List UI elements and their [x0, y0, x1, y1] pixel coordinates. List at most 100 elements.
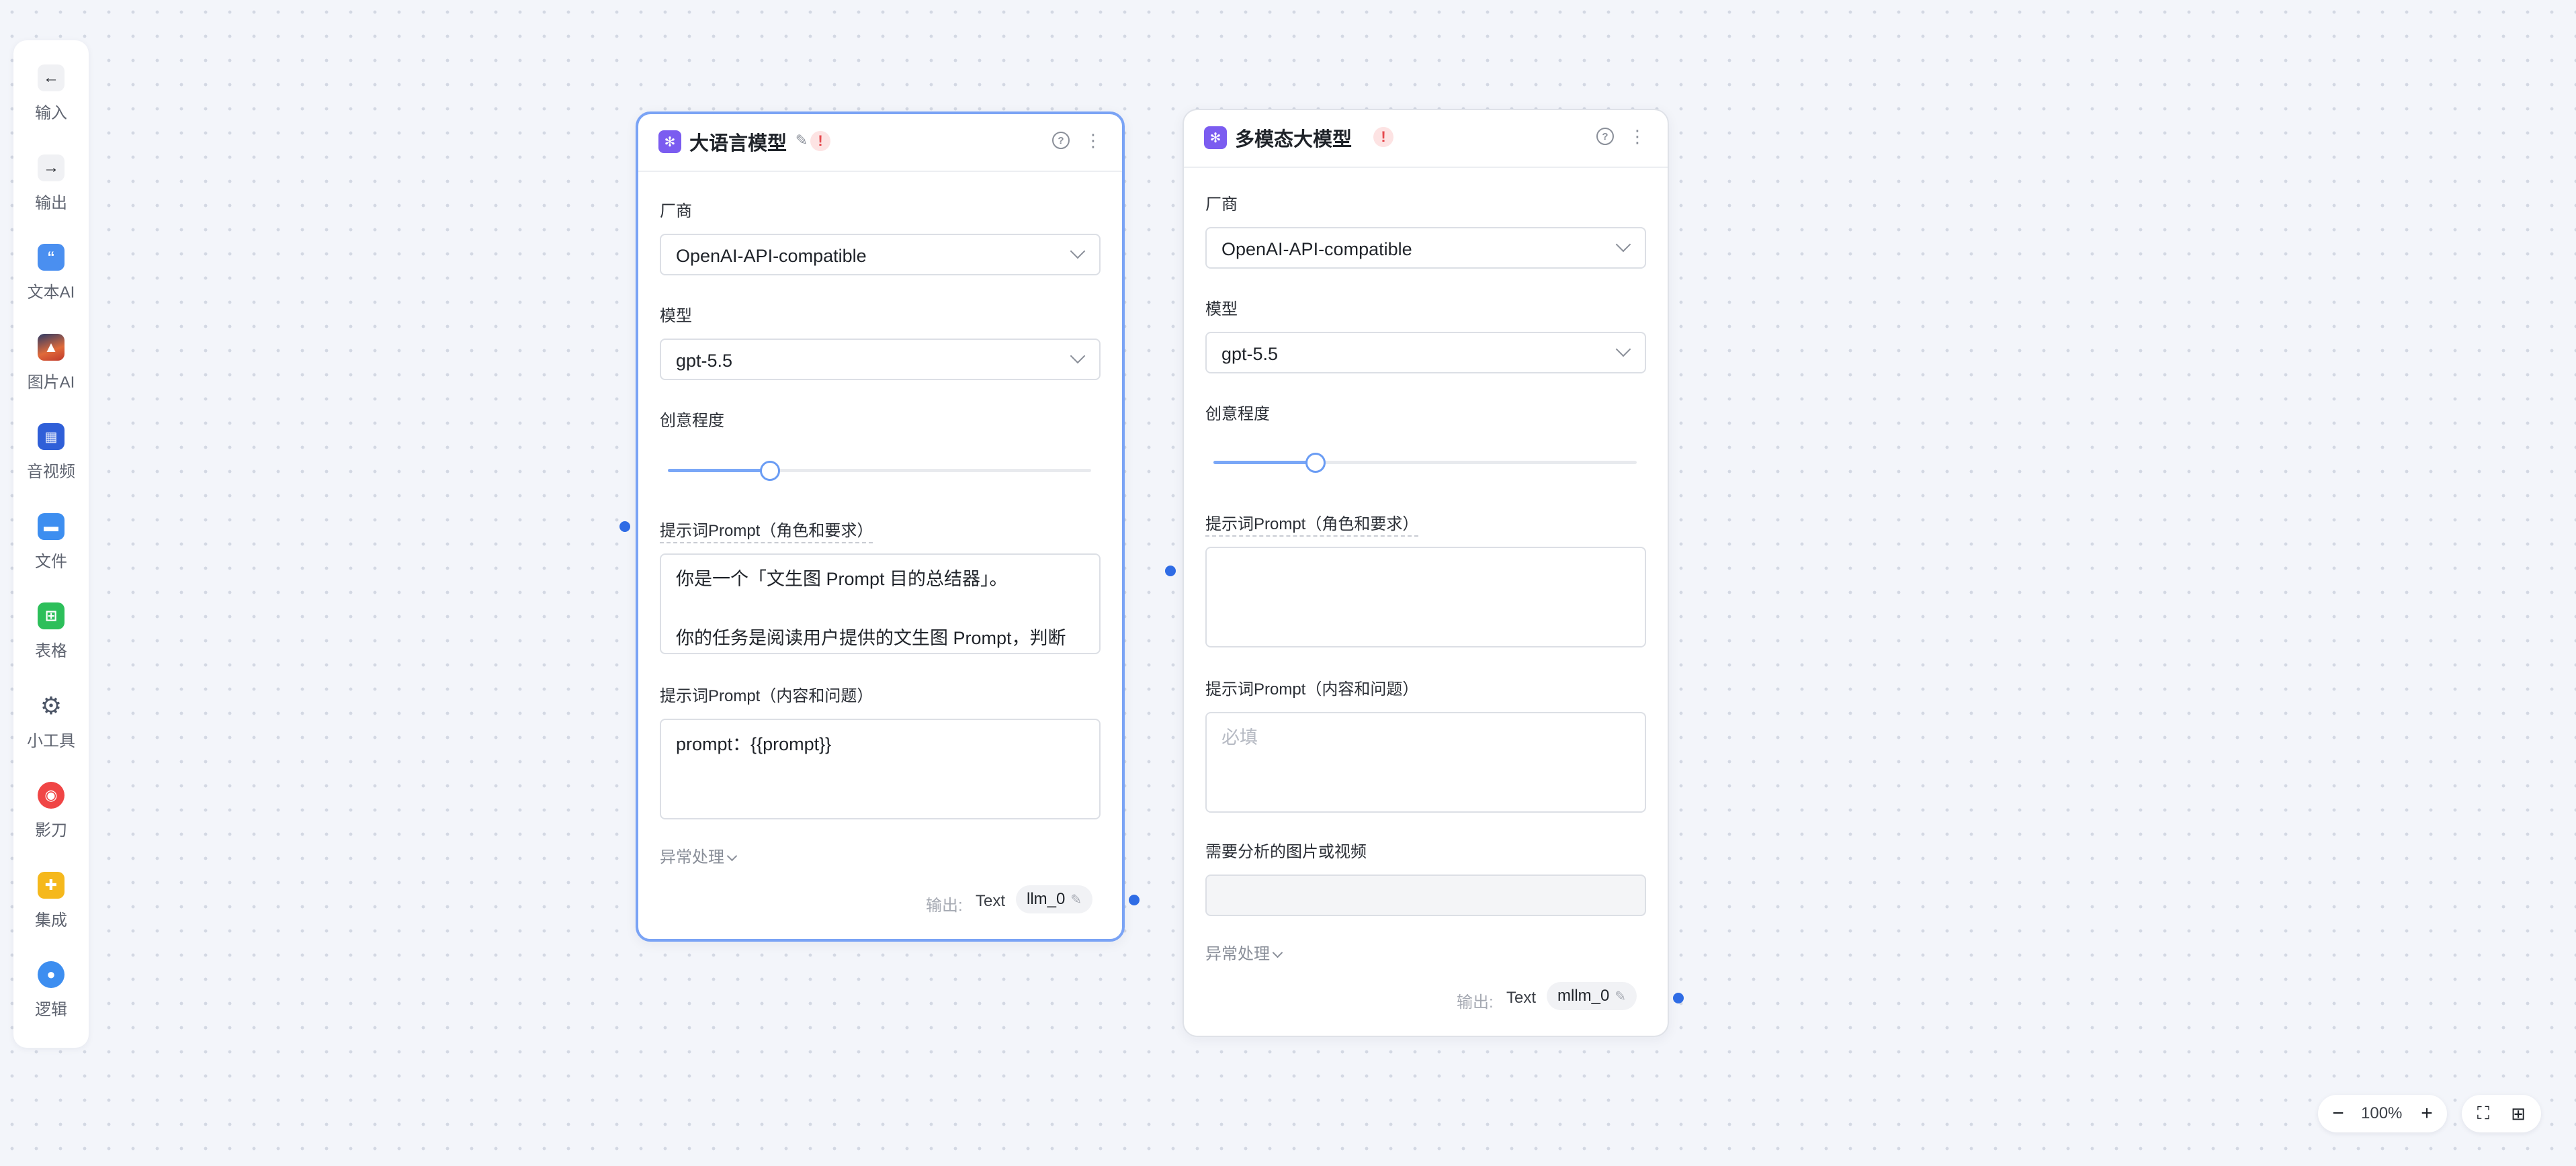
- slider-thumb[interactable]: [1305, 453, 1326, 473]
- prompt-content-textarea[interactable]: 必填: [1205, 712, 1646, 813]
- model-select[interactable]: gpt-5.5: [660, 339, 1101, 380]
- more-menu-icon[interactable]: ⋮: [1626, 125, 1649, 148]
- prompt-content-label: 提示词Prompt（内容和问题）: [660, 687, 873, 705]
- slider-thumb[interactable]: [760, 461, 781, 481]
- help-icon[interactable]: ?: [1594, 125, 1617, 148]
- zoom-in-button[interactable]: +: [2415, 1102, 2439, 1126]
- shadowbot-icon: ◉: [38, 782, 65, 809]
- tool-integration[interactable]: ✚ 集成: [13, 872, 89, 946]
- prompt-content-value: prompt：{{prompt}}: [676, 734, 832, 754]
- output-variable-name: llm_0: [1027, 890, 1066, 908]
- creativity-slider[interactable]: [1213, 449, 1637, 476]
- image-icon: ▲: [38, 334, 65, 361]
- prompt-role-line: 你的任务是阅读用户提供的文生图 Prompt，判断: [676, 628, 1066, 648]
- zoom-level: 100%: [2361, 1104, 2403, 1122]
- tool-logic[interactable]: ● 逻辑: [13, 961, 89, 1035]
- table-icon: ⊞: [38, 602, 65, 629]
- zoom-out-button[interactable]: −: [2326, 1102, 2350, 1126]
- output-type: Text: [976, 892, 1006, 910]
- edit-icon: ✎: [1070, 892, 1082, 907]
- mllm-node-header: ✻ 多模态大模型 ! ? ⋮: [1184, 110, 1668, 168]
- slider-fill: [1213, 461, 1316, 464]
- chevron-down-icon: [1070, 348, 1086, 364]
- tool-text-ai[interactable]: “ 文本AI: [13, 244, 89, 318]
- mllm-node[interactable]: ✻ 多模态大模型 ! ? ⋮ 厂商 OpenAI-API-compatible …: [1183, 109, 1669, 1037]
- tool-label: 影刀: [35, 821, 67, 840]
- prompt-role-textarea[interactable]: [1205, 547, 1646, 647]
- fullscreen-icon[interactable]: ⛶: [2471, 1102, 2495, 1126]
- exception-label: 异常处理: [660, 848, 724, 866]
- vendor-label: 厂商: [660, 202, 692, 220]
- tool-label: 小工具: [27, 732, 75, 750]
- edit-title-icon[interactable]: ✎: [790, 129, 813, 152]
- mllm-node-title: 多模态大模型: [1235, 129, 1353, 150]
- more-menu-icon[interactable]: ⋮: [1082, 129, 1105, 152]
- tool-output[interactable]: → 输出: [13, 154, 89, 228]
- media-input[interactable]: [1205, 874, 1646, 916]
- vendor-label: 厂商: [1205, 195, 1238, 214]
- vendor-select[interactable]: OpenAI-API-compatible: [1205, 227, 1646, 269]
- tool-input[interactable]: ← 输入: [13, 64, 89, 138]
- prompt-content-textarea[interactable]: prompt：{{prompt}}: [660, 719, 1101, 819]
- creativity-label: 创意程度: [1205, 405, 1270, 423]
- prompt-content-label: 提示词Prompt（内容和问题）: [1205, 680, 1419, 699]
- gear-icon: ⚙: [40, 692, 62, 719]
- exception-handling-toggle[interactable]: 异常处理: [1205, 940, 1283, 964]
- chevron-down-icon: [1070, 243, 1086, 259]
- tool-file[interactable]: ▬ 文件: [13, 513, 89, 587]
- tool-label: 文本AI: [27, 283, 75, 302]
- prompt-role-line: 你是一个「文生图 Prompt 目的总结器」。: [676, 569, 1008, 589]
- llm-node[interactable]: ✻ 大语言模型 ✎ ! ? ⋮ 厂商 OpenAI-API-compatible…: [636, 111, 1125, 942]
- model-label: 模型: [1205, 300, 1238, 318]
- creativity-slider[interactable]: [668, 457, 1091, 484]
- warning-icon: !: [810, 131, 830, 151]
- tool-label: 集成: [35, 911, 67, 930]
- help-icon[interactable]: ?: [1049, 129, 1072, 152]
- tool-image-ai[interactable]: ▲ 图片AI: [13, 334, 89, 408]
- output-label: 输出:: [1457, 993, 1494, 1012]
- vendor-value: OpenAI-API-compatible: [1221, 239, 1412, 259]
- vendor-select[interactable]: OpenAI-API-compatible: [660, 234, 1101, 275]
- edit-icon: ✎: [1615, 989, 1627, 1004]
- tool-audio-video[interactable]: ▦ 音视频: [13, 423, 89, 497]
- model-value: gpt-5.5: [676, 351, 733, 371]
- chevron-down-icon: [1615, 341, 1631, 357]
- quote-icon: “: [38, 244, 65, 271]
- tool-table[interactable]: ⊞ 表格: [13, 602, 89, 676]
- tool-shadowbot[interactable]: ◉ 影刀: [13, 782, 89, 856]
- folder-icon: ▬: [38, 513, 65, 540]
- output-variable[interactable]: llm_0 ✎: [1016, 885, 1093, 913]
- zoom-control: − 100% +: [2318, 1095, 2447, 1132]
- llm-node-header: ✻ 大语言模型 ✎ ! ? ⋮: [638, 114, 1122, 172]
- llm-output-port[interactable]: [1129, 895, 1140, 905]
- mllm-input-port[interactable]: [1165, 566, 1176, 576]
- llm-input-port[interactable]: [619, 521, 630, 532]
- model-value: gpt-5.5: [1221, 344, 1279, 364]
- output-variable-name: mllm_0: [1557, 987, 1610, 1005]
- output-label: 输出:: [926, 897, 963, 915]
- mllm-node-icon: ✻: [1204, 126, 1227, 149]
- prompt-role-textarea[interactable]: 你是一个「文生图 Prompt 目的总结器」。 你的任务是阅读用户提供的文生图 …: [660, 553, 1101, 654]
- chevron-down-icon: [1615, 236, 1631, 253]
- exception-handling-toggle[interactable]: 异常处理: [660, 844, 738, 867]
- bulb-icon: ●: [38, 961, 65, 988]
- view-controls: ⛶ ⊞: [2462, 1095, 2541, 1132]
- model-select[interactable]: gpt-5.5: [1205, 332, 1646, 373]
- minimap-icon[interactable]: ⊞: [2506, 1102, 2530, 1126]
- chevron-down-icon: [1272, 947, 1283, 958]
- tool-label: 音视频: [27, 463, 75, 481]
- tool-label: 输出: [35, 194, 67, 212]
- film-icon: ▦: [38, 423, 65, 450]
- warning-icon: !: [1373, 127, 1393, 147]
- output-type: Text: [1506, 989, 1537, 1007]
- tool-label: 文件: [35, 553, 67, 571]
- tool-label: 输入: [35, 104, 67, 122]
- slider-fill: [668, 469, 770, 472]
- tool-label: 图片AI: [27, 373, 75, 392]
- exception-label: 异常处理: [1205, 945, 1270, 963]
- tool-label: 表格: [35, 642, 67, 660]
- arrow-left-icon: ←: [38, 64, 65, 91]
- tool-utilities[interactable]: ⚙ 小工具: [13, 692, 89, 766]
- mllm-output-port[interactable]: [1673, 993, 1684, 1003]
- output-variable[interactable]: mllm_0 ✎: [1547, 982, 1637, 1010]
